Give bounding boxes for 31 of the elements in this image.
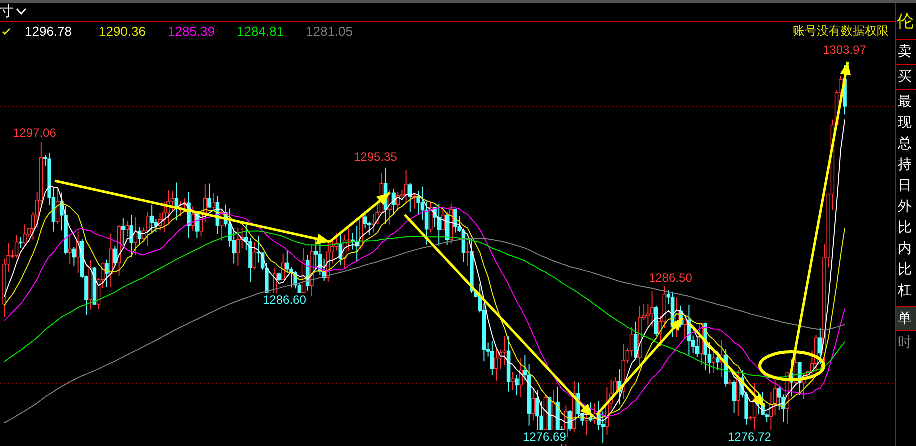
stat-label: 内 <box>898 240 913 259</box>
stat-label: 比 <box>898 261 913 280</box>
stat-label: 杠 <box>898 282 913 301</box>
moving-average-value: 1281.05 <box>306 24 354 38</box>
account-notice: 账号没有数据权限 <box>793 23 889 39</box>
price-label: 1295.35 <box>353 150 398 164</box>
highlight-ellipse <box>758 350 826 382</box>
moving-average-value: 1296.78 <box>25 24 73 38</box>
price-label: 1276.72 <box>727 430 772 444</box>
moving-average-value: 1290.36 <box>99 24 147 38</box>
stat-label: 最 <box>898 93 913 112</box>
price-label: 1286.60 <box>262 293 308 307</box>
quote-label: 买 <box>896 65 916 90</box>
panel-tab[interactable]: 单 <box>896 307 916 331</box>
price-label: 1276.69 <box>522 430 568 444</box>
stat-label: 比 <box>898 219 913 238</box>
stat-label: 现 <box>898 114 913 133</box>
period-menu[interactable]: 寸 <box>0 3 27 21</box>
instrument-title: 伦 <box>896 3 916 40</box>
quote-label: 卖 <box>896 40 916 65</box>
stat-label: 日 <box>898 177 913 196</box>
stat-label: 外 <box>898 198 913 217</box>
check-icon <box>2 27 11 35</box>
moving-average-value: 1284.81 <box>237 24 285 38</box>
price-label: 1297.06 <box>12 126 58 140</box>
stat-label: 持 <box>898 156 913 175</box>
caret-icon <box>16 8 27 16</box>
price-label: 1303.97 <box>822 43 868 57</box>
stat-label: 总 <box>898 135 913 154</box>
price-label: 1286.50 <box>648 271 694 285</box>
moving-average-value: 1285.39 <box>168 24 216 38</box>
